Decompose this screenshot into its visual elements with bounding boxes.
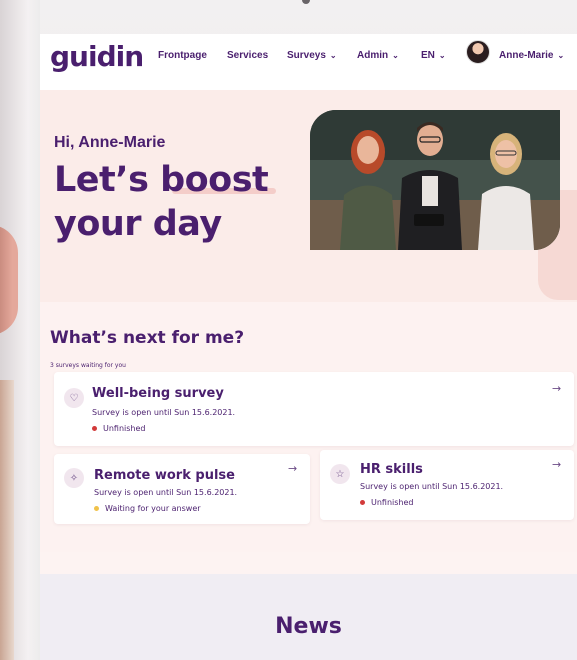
nav-surveys-label: Surveys — [287, 50, 326, 61]
nav-admin-label: Admin — [357, 50, 389, 61]
language-label: EN — [421, 50, 435, 61]
chevron-down-icon: ⌄ — [392, 51, 399, 60]
survey-status: Waiting for your answer — [94, 504, 201, 513]
avatar[interactable] — [466, 40, 490, 64]
status-text: Waiting for your answer — [105, 504, 201, 513]
language-selector[interactable]: EN ⌄ — [421, 50, 446, 61]
user-name: Anne-Marie — [499, 50, 554, 61]
survey-title: HR skills — [360, 462, 423, 477]
survey-date: Survey is open until Sun 15.6.2021. — [92, 408, 236, 417]
nav-admin-dropdown[interactable]: Admin ⌄ — [357, 50, 399, 61]
survey-card-remote-work[interactable]: ✧ Remote work pulse Survey is open until… — [54, 454, 310, 524]
status-text: Unfinished — [103, 424, 146, 433]
camera-icon — [302, 0, 310, 4]
nav-services-label: Services — [227, 50, 269, 61]
status-text: Unfinished — [371, 498, 414, 507]
tablet-device: guidin Frontpage Services Surveys ⌄ Admi… — [0, 0, 577, 660]
star-icon: ☆ — [330, 464, 350, 484]
chevron-down-icon: ⌄ — [329, 51, 337, 60]
heart-icon: ♡ — [64, 388, 84, 408]
user-menu-dropdown[interactable]: Anne-Marie ⌄ — [499, 50, 564, 61]
chevron-down-icon: ⌄ — [438, 51, 446, 60]
hero-headline: Let’s boost your day — [54, 158, 294, 246]
survey-status: Unfinished — [360, 498, 414, 507]
nav-frontpage-label: Frontpage — [158, 50, 207, 61]
survey-card-well-being[interactable]: ♡ Well-being survey Survey is open until… — [54, 372, 574, 446]
arrow-right-icon[interactable]: → — [552, 382, 561, 395]
survey-title: Well-being survey — [92, 386, 224, 401]
tablet-side-edge — [0, 380, 14, 660]
survey-date: Survey is open until Sun 15.6.2021. — [94, 488, 238, 497]
survey-card-hr-skills[interactable]: ☆ HR skills Survey is open until Sun 15.… — [320, 450, 574, 520]
section-title: What’s next for me? — [50, 328, 245, 348]
team-photo-illustration — [310, 110, 560, 250]
sparkle-icon: ✧ — [64, 468, 84, 488]
chevron-down-icon: ⌄ — [557, 51, 565, 60]
survey-date: Survey is open until Sun 15.6.2021. — [360, 482, 504, 491]
nav-services[interactable]: Services — [227, 50, 268, 61]
greeting: Hi, Anne-Marie — [54, 134, 166, 151]
arrow-right-icon[interactable]: → — [288, 462, 297, 475]
headline-line-2: your day — [54, 204, 222, 244]
whats-next-section: What’s next for me? 3 surveys waiting fo… — [40, 302, 577, 552]
top-navigation: guidin Frontpage Services Surveys ⌄ Admi… — [40, 34, 577, 90]
headline-line-1: Let’s boost — [54, 160, 269, 200]
hero-section: Hi, Anne-Marie Let’s boost your day — [40, 90, 577, 322]
status-dot — [94, 506, 99, 511]
arrow-right-icon[interactable]: → — [552, 458, 561, 471]
status-dot — [92, 426, 97, 431]
hand — [0, 225, 18, 335]
brand-logo[interactable]: guidin — [50, 40, 144, 73]
news-section: News — [40, 574, 577, 660]
section-subtitle: 3 surveys waiting for you — [50, 362, 126, 369]
nav-surveys-dropdown[interactable]: Surveys ⌄ — [287, 50, 337, 61]
app-screen: guidin Frontpage Services Surveys ⌄ Admi… — [40, 34, 577, 660]
news-title: News — [275, 614, 342, 639]
hero-photo — [310, 110, 560, 250]
nav-frontpage[interactable]: Frontpage — [158, 50, 207, 61]
survey-status: Unfinished — [92, 424, 146, 433]
status-dot — [360, 500, 365, 505]
survey-title: Remote work pulse — [94, 468, 235, 483]
